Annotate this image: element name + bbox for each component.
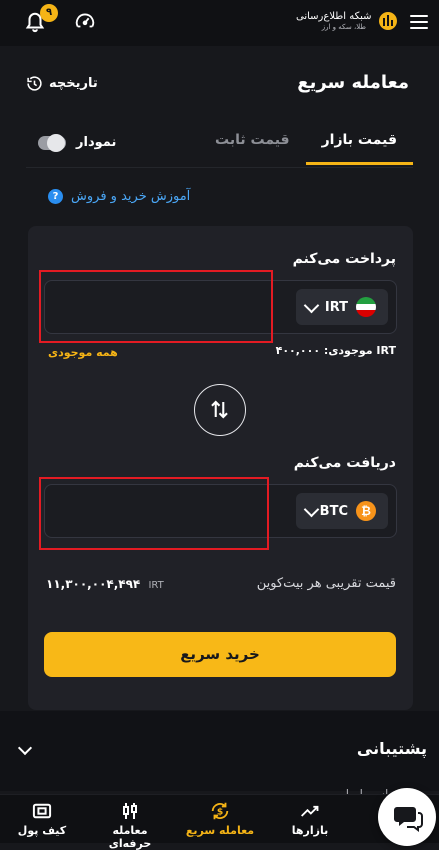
chart-switch[interactable] xyxy=(38,133,66,152)
support-section[interactable]: پشتیبانی تماس با ما xyxy=(0,711,439,801)
trend-chart-icon xyxy=(301,805,319,817)
price-label: قیمت تقریبی هر بیت‌کوین xyxy=(256,576,396,591)
logo-title: شبکه اطلاع‌رسانی xyxy=(296,11,372,22)
chevron-down-icon xyxy=(303,501,320,517)
pay-label: پرداخت می‌کنم xyxy=(292,251,396,267)
chart-toggle[interactable]: نمودار xyxy=(38,133,117,152)
nav-markets[interactable]: بازارها xyxy=(270,801,350,837)
logo-text: شبکه اطلاع‌رسانی طلا، سکه و ارز xyxy=(296,11,372,32)
receive-currency-code: BTC xyxy=(319,503,348,519)
pay-balance: موجودی: ۴۰۰,۰۰۰ IRT xyxy=(276,344,396,357)
learn-trading-link[interactable]: ? آموزش خرید و فروش xyxy=(48,189,190,204)
price-type-tabs: قیمت ثابت قیمت بازار xyxy=(199,132,413,165)
notification-badge: ۹ xyxy=(40,4,58,22)
history-icon xyxy=(27,76,42,91)
nav-pro-trade[interactable]: معامله حرفه‌ای xyxy=(90,801,170,850)
nav-wallet[interactable]: کیف پول xyxy=(2,801,82,837)
candlestick-icon xyxy=(123,803,137,819)
nav-label: کیف پول xyxy=(17,824,67,837)
wallet-icon xyxy=(32,803,52,819)
learn-link-label: آموزش خرید و فروش xyxy=(71,189,191,204)
receive-amount-input[interactable] xyxy=(39,477,269,550)
price-unit: IRT xyxy=(148,580,164,591)
chat-support-button[interactable] xyxy=(378,788,436,846)
history-link[interactable]: تاریخچه xyxy=(26,75,98,92)
question-icon: ? xyxy=(48,189,63,204)
tab-market-price[interactable]: قیمت بازار xyxy=(305,132,413,165)
chevron-down-icon xyxy=(303,297,320,313)
chat-icon xyxy=(394,807,423,832)
logo-icon xyxy=(379,12,397,30)
quick-buy-button[interactable]: خرید سریع xyxy=(44,632,396,677)
nav-quick-trade[interactable]: $ معامله سریع xyxy=(180,801,260,837)
price-amount: ۱۱,۳۰۰,۰۰۴,۴۹۴ xyxy=(46,577,141,591)
svg-text:$: $ xyxy=(217,807,223,818)
swap-arrows-icon xyxy=(211,400,228,419)
iran-flag-icon xyxy=(356,297,376,317)
tab-divider xyxy=(26,167,413,168)
bottom-nav: بازارها $ معامله سریع معامله حرفه‌ای کیف… xyxy=(0,794,439,850)
pay-currency-selector[interactable]: IRT xyxy=(296,289,388,325)
pay-amount-input[interactable] xyxy=(39,270,273,343)
history-label: تاریخچه xyxy=(49,76,98,91)
pay-currency-code: IRT xyxy=(324,299,348,315)
trade-panel: پرداخت می‌کنم IRT موجودی: ۴۰۰,۰۰۰ IRT هم… xyxy=(28,226,413,710)
exchange-icon: $ xyxy=(211,802,229,820)
nav-label: معامله حرفه‌ای xyxy=(108,824,152,850)
hamburger-menu-icon[interactable] xyxy=(410,15,428,29)
receive-label: دریافت می‌کنم xyxy=(293,455,396,471)
logo-subtitle: طلا، سکه و ارز xyxy=(321,23,366,31)
all-balance-button[interactable]: همه موجودی xyxy=(48,346,118,359)
price-value: ۱۱,۳۰۰,۰۰۴,۴۹۴ IRT xyxy=(46,577,164,591)
nav-label: معامله سریع xyxy=(185,824,255,837)
nav-label: بازارها xyxy=(291,824,329,837)
speedometer-icon[interactable] xyxy=(74,10,96,32)
tab-fixed-price[interactable]: قیمت ثابت xyxy=(199,132,306,165)
chevron-down-icon[interactable] xyxy=(17,740,33,756)
support-label: پشتیبانی xyxy=(356,739,427,758)
bitcoin-icon: ₿ xyxy=(356,501,376,521)
swap-button[interactable] xyxy=(194,384,246,436)
balance-label: موجودی: xyxy=(323,344,373,357)
receive-currency-selector[interactable]: BTC ₿ xyxy=(296,493,388,529)
chart-toggle-label: نمودار xyxy=(76,135,117,150)
page-title: معامله سریع xyxy=(297,72,409,93)
top-bar: ۹ شبکه اطلاع‌رسانی طلا، سکه و ارز xyxy=(0,0,439,46)
